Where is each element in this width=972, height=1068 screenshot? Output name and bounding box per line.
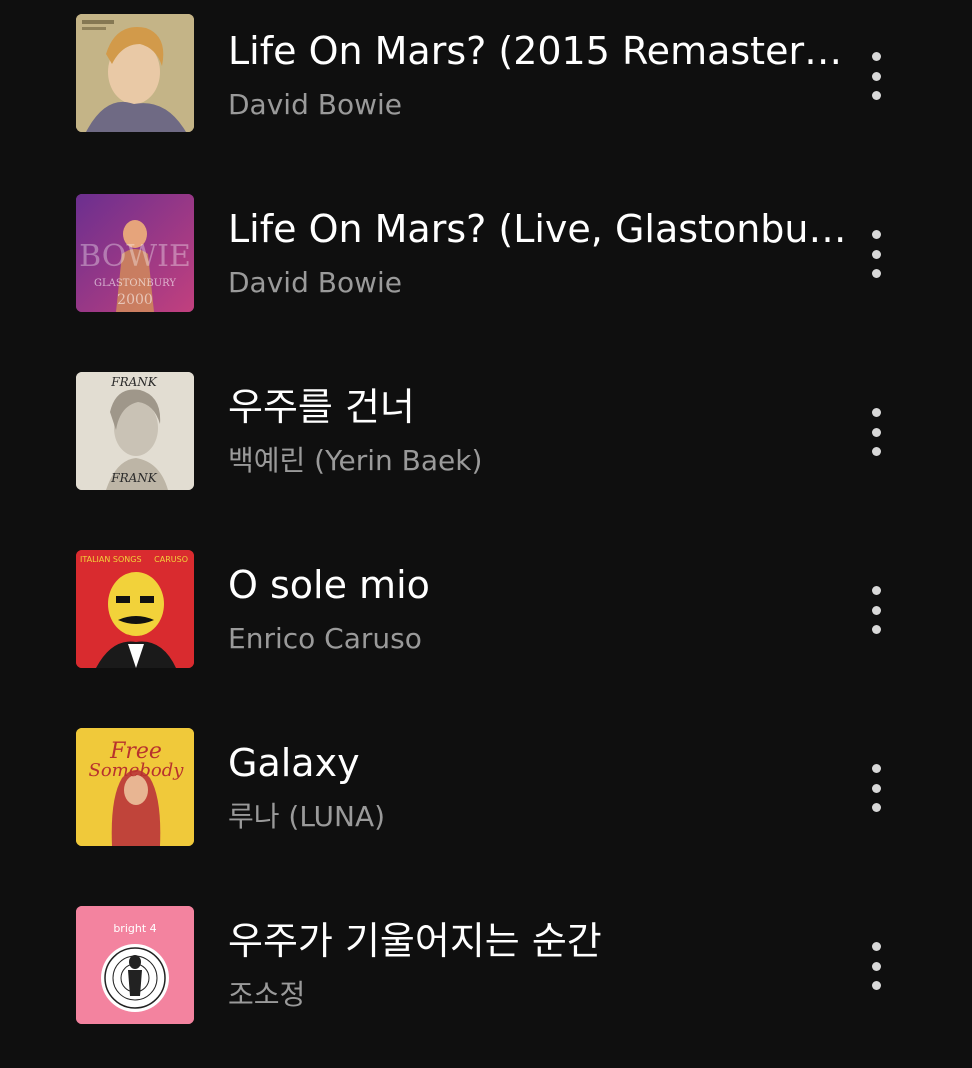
track-row[interactable]: Life On Mars? (2015 Remaster… David Bowi…: [0, 0, 972, 178]
track-row[interactable]: BOWIE GLASTONBURY 2000 Life On Mars? (Li…: [0, 178, 972, 356]
more-options-button[interactable]: [856, 760, 896, 816]
more-options-button[interactable]: [856, 48, 896, 104]
more-options-button[interactable]: [856, 582, 896, 638]
more-vertical-icon: [871, 230, 881, 239]
somebody-text: Somebody: [89, 760, 185, 781]
more-options-button[interactable]: [856, 226, 896, 282]
track-list: Life On Mars? (2015 Remaster… David Bowi…: [0, 0, 972, 1033]
track-artist: 루나 (LUNA): [228, 800, 386, 833]
more-vertical-icon: [871, 408, 881, 417]
album-art-free-somebody: Free Somebody: [76, 728, 194, 846]
track-row[interactable]: bright 4 우주가 기울어지는 순간 조소정: [0, 890, 972, 1068]
album-art-caruso: ITALIAN SONGS CARUSO: [76, 550, 194, 668]
track-title: 우주를 건너: [228, 385, 415, 429]
caruso-text: CARUSO: [154, 555, 188, 564]
album-art-hunky-dory: [76, 14, 194, 132]
bright-4-text: bright 4: [113, 922, 156, 935]
album-art-glastonbury-2000: BOWIE GLASTONBURY 2000: [76, 194, 194, 312]
track-row[interactable]: FRANK FRANK 우주를 건너 백예린 (Yerin Baek): [0, 356, 972, 534]
glastonbury-small-text: GLASTONBURY: [94, 278, 176, 289]
italian-songs-text: ITALIAN SONGS: [80, 555, 142, 564]
track-artist: David Bowie: [228, 88, 402, 121]
album-art-bright-4: bright 4: [76, 906, 194, 1024]
more-vertical-icon: [871, 52, 881, 61]
track-title: O sole mio: [228, 563, 430, 607]
track-artist: 백예린 (Yerin Baek): [228, 444, 483, 477]
track-title: Life On Mars? (2015 Remaster…: [228, 29, 843, 73]
track-artist: David Bowie: [228, 266, 402, 299]
more-vertical-icon: [871, 764, 881, 773]
track-title: 우주가 기울어지는 순간: [228, 919, 602, 963]
track-title: Life On Mars? (Live, Glastonbu…: [228, 207, 847, 251]
more-options-button[interactable]: [856, 938, 896, 994]
track-artist: 조소정: [228, 978, 306, 1011]
track-row[interactable]: ITALIAN SONGS CARUSO O sole mio Enrico C…: [0, 534, 972, 712]
track-title: Galaxy: [228, 741, 360, 785]
more-vertical-icon: [871, 942, 881, 951]
frank-bottom-text: FRANK: [110, 471, 158, 485]
track-artist: Enrico Caruso: [228, 622, 422, 655]
glastonbury-year-text: 2000: [117, 292, 153, 308]
album-art-frank: FRANK FRANK: [76, 372, 194, 490]
track-row[interactable]: Free Somebody Galaxy 루나 (LUNA): [0, 712, 972, 890]
frank-top-text: FRANK: [110, 375, 158, 389]
more-options-button[interactable]: [856, 404, 896, 460]
more-vertical-icon: [871, 586, 881, 595]
glastonbury-big-text: BOWIE: [79, 239, 191, 274]
